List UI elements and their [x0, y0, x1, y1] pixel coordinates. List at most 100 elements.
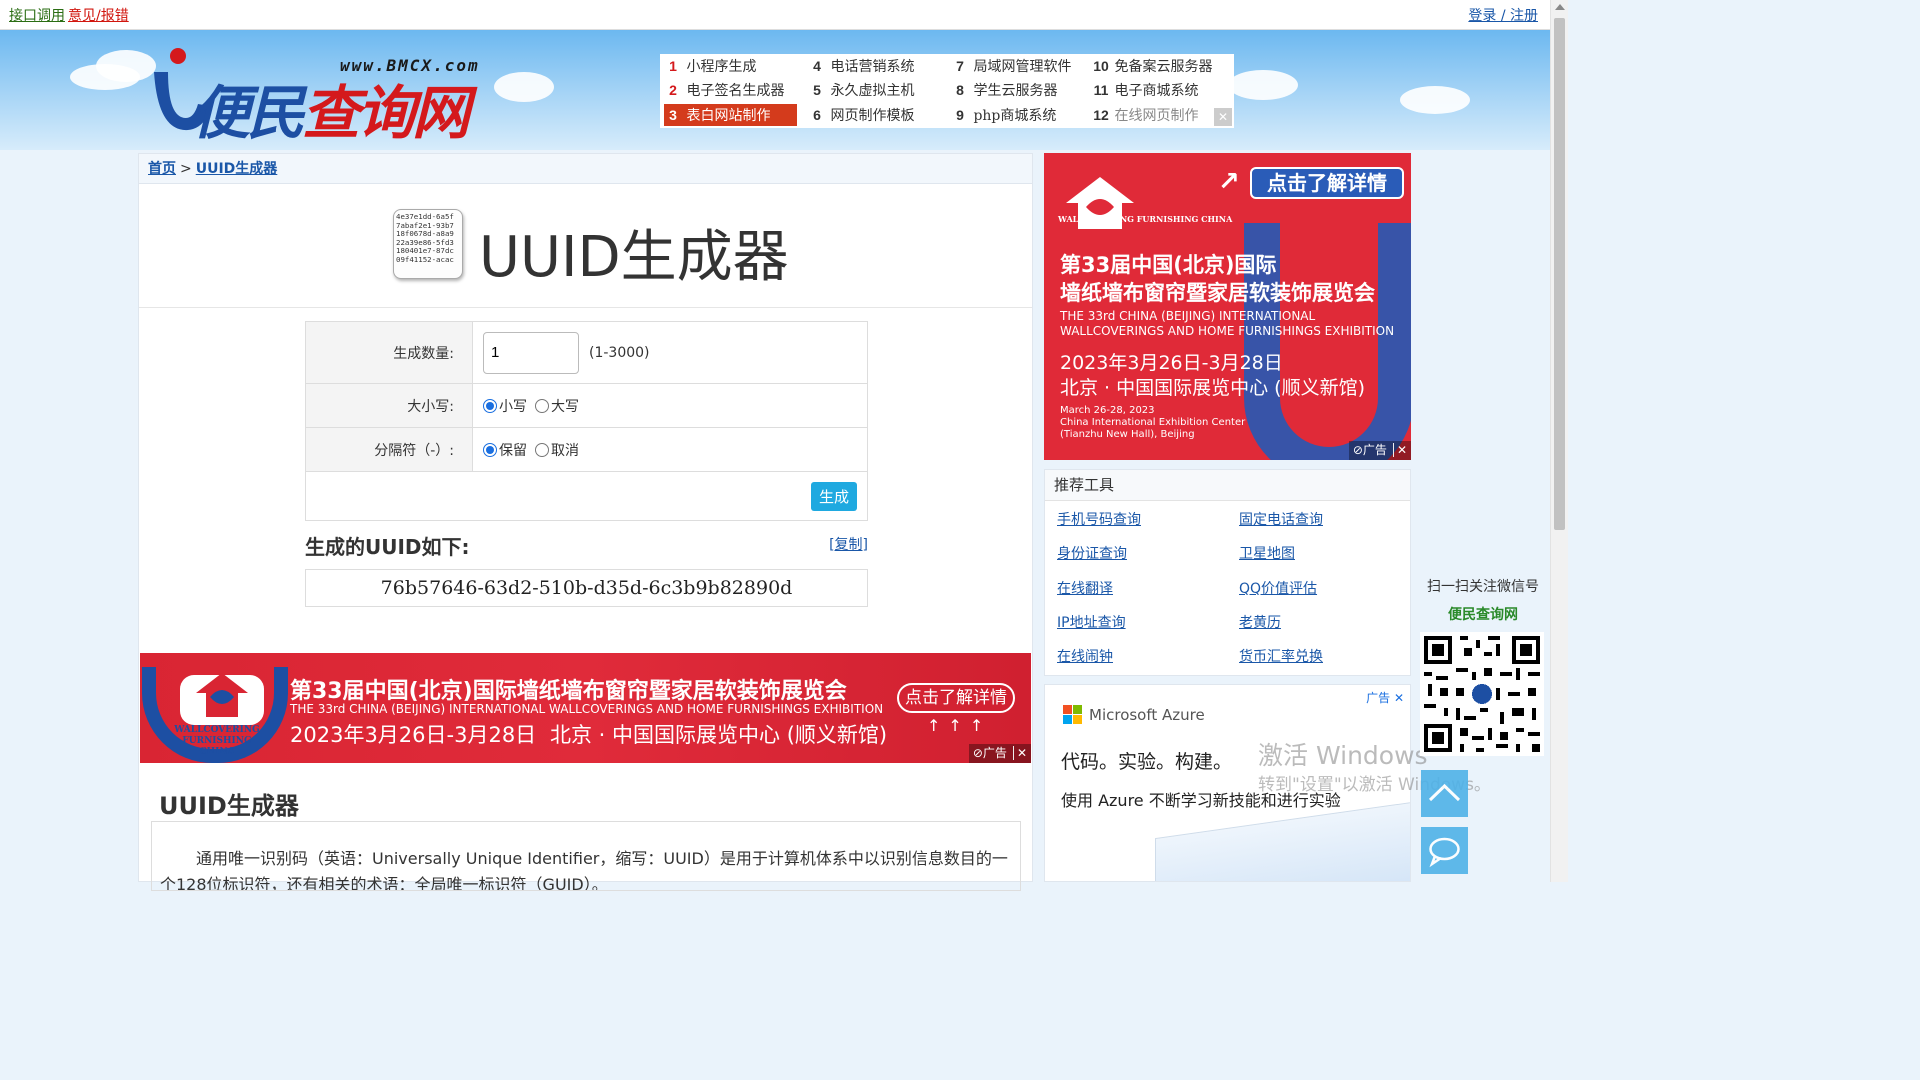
ad-subtitle: THE 33rd CHINA (BEIJING) INTERNATIONAL W… — [290, 702, 884, 716]
form-row-separator: 分隔符（-）: 保留 取消 — [306, 428, 867, 472]
quantity-input[interactable] — [483, 331, 579, 374]
generate-button[interactable]: 生成 — [810, 481, 857, 511]
ad-small-line-3: (Tianzhu New Hall), Beijing — [1060, 429, 1195, 440]
separator-cell: 保留 取消 — [473, 428, 867, 471]
hot-link-num: 8 — [956, 82, 964, 98]
ad-venue: 北京 · 中国国际展览中心 (顺义新馆) — [1060, 377, 1365, 399]
ad-close-icon[interactable]: ✕ — [1392, 443, 1407, 457]
recommended-tools: 推荐工具 手机号码查询 固定电话查询 身份证查询 卫星地图 在线翻译 QQ价值评… — [1044, 469, 1411, 676]
chat-bubble-icon — [1429, 837, 1460, 868]
hot-link-10[interactable]: 10 免备案云服务器 — [1092, 55, 1212, 77]
hot-link-1[interactable]: 1 小程序生成 — [664, 55, 797, 77]
ad-label[interactable]: 广告 ✕ — [1366, 689, 1404, 706]
ad-title: 第33届中国(北京)国际墙纸墙布窗帘暨家居软装饰展览会 — [290, 679, 847, 704]
hot-link-7[interactable]: 7 局域网管理软件 — [951, 55, 1071, 77]
case-upper-radio[interactable]: 大写 — [535, 396, 579, 416]
hot-link-9[interactable]: 9 php商城系统 — [951, 104, 1056, 126]
ad-org-name: WALLCOVERING FURNISHING CHINA — [174, 725, 260, 757]
hot-link-num: 5 — [813, 82, 821, 98]
uuid-result[interactable]: 76b57646-63d2-510b-d35d-6c3b9b82890d — [305, 569, 868, 607]
ad-english-title: THE 33rd CHINA (BEIJING) INTERNATIONAL W… — [1060, 309, 1394, 339]
ad-label: ⊘广告 ✕ — [968, 744, 1031, 763]
tool-link[interactable]: IP地址查询 — [1057, 612, 1126, 632]
hot-link-num: 9 — [956, 107, 964, 123]
page-title: UUID生成器 — [479, 225, 789, 290]
tool-link[interactable]: 在线闹钟 — [1057, 646, 1113, 666]
vertical-scrollbar[interactable] — [1550, 0, 1568, 882]
hot-link-label: 免备案云服务器 — [1114, 59, 1213, 75]
separator-remove-radio[interactable]: 取消 — [535, 440, 579, 460]
tool-link[interactable]: 在线翻译 — [1057, 578, 1113, 598]
separator-keep-label: 保留 — [499, 442, 527, 459]
quantity-cell: (1-3000) — [473, 322, 867, 383]
form-row-quantity: 生成数量: (1-3000) — [306, 322, 867, 384]
hot-link-3[interactable]: 3 表白网站制作 — [664, 104, 797, 126]
uuid-form: 生成数量: (1-3000) 大小写: 小写 大写 分隔符（-）: 保留 取消 … — [305, 321, 868, 521]
copy-link[interactable]: [复制] — [829, 534, 868, 554]
chat-button[interactable] — [1421, 827, 1468, 874]
hot-link-4[interactable]: 4 电话营销系统 — [808, 55, 914, 77]
hot-link-2[interactable]: 2 电子签名生成器 — [664, 79, 797, 101]
ad-date: 2023年3月26日-3月28日 — [290, 723, 537, 747]
hot-link-label: 电话营销系统 — [830, 59, 915, 75]
hot-link-5[interactable]: 5 永久虚拟主机 — [808, 79, 914, 101]
radio-unchecked-icon[interactable] — [535, 398, 549, 413]
logo-text-blue: 便民 — [192, 79, 305, 147]
hot-link-8[interactable]: 8 学生云服务器 — [951, 79, 1057, 101]
ad-cta-button[interactable]: 点击了解详情 — [897, 683, 1015, 713]
site-logo[interactable]: www.BMCX.com 便民查询网 — [148, 46, 518, 147]
tool-link[interactable]: 卫星地图 — [1239, 543, 1295, 563]
tool-link[interactable]: 手机号码查询 — [1057, 509, 1141, 529]
hot-link-label: 永久虚拟主机 — [830, 83, 915, 99]
breadcrumb-home[interactable]: 首页 — [148, 161, 176, 177]
exhibition-side-ad[interactable]: WALLCOVERING FURNISHING CHINA ↗ 点击了解详情 第… — [1044, 153, 1411, 460]
ad-close-icon[interactable]: ✕ — [1012, 746, 1027, 760]
icon-line: 09f41152-acac — [396, 254, 454, 264]
follow-brand: 便民查询网 — [1448, 607, 1518, 623]
uuid-tool-icon: 4e37e1dd-6a5f 7abaf2e1-93b7 18f0678d-a8a… — [393, 209, 463, 279]
hot-link-6[interactable]: 6 网页制作模板 — [808, 104, 914, 126]
top-right-links: 登录 / 注册 — [1468, 5, 1538, 25]
radio-checked-icon[interactable] — [483, 442, 497, 457]
tool-link[interactable]: QQ价值评估 — [1239, 578, 1317, 598]
hot-link-11[interactable]: 11 电子商城系统 — [1092, 79, 1199, 101]
hot-link-num: 4 — [813, 58, 821, 74]
feedback-link[interactable]: 意见/报错 — [68, 8, 129, 24]
ad-label-text: ⊘广告 — [1352, 443, 1387, 457]
login-register-link[interactable]: 登录 / 注册 — [1468, 8, 1538, 24]
actions-cell: 生成 — [306, 472, 867, 520]
form-row-actions: 生成 — [306, 472, 867, 520]
tool-link[interactable]: 固定电话查询 — [1239, 509, 1323, 529]
radio-checked-icon[interactable] — [483, 398, 497, 413]
title-area: 4e37e1dd-6a5f 7abaf2e1-93b7 18f0678d-a8a… — [139, 184, 1032, 308]
follow-text: 扫一扫关注微信号 — [1427, 579, 1539, 595]
scrollbar-thumb[interactable] — [1554, 18, 1565, 530]
hot-links-panel: 1 小程序生成 2 电子签名生成器 3 表白网站制作 4 电话营销系统 5 永久… — [660, 54, 1234, 128]
top-bar: 接口调用 意见/报错 登录 / 注册 — [0, 0, 1550, 30]
scroll-to-top-button[interactable] — [1421, 770, 1468, 817]
exhibition-banner-ad[interactable]: WALLCOVERING FURNISHING CHINA 第33届中国(北京)… — [140, 653, 1031, 763]
case-lower-radio[interactable]: 小写 — [483, 396, 527, 416]
logo-square — [1063, 705, 1072, 714]
exhibition-logo-icon — [196, 673, 248, 717]
radio-unchecked-icon[interactable] — [535, 442, 549, 457]
separator-keep-radio[interactable]: 保留 — [483, 440, 527, 460]
scroll-up-icon[interactable] — [1555, 4, 1565, 10]
hot-link-12[interactable]: 12 在线网页制作 — [1092, 104, 1198, 126]
hot-link-num: 2 — [669, 82, 677, 98]
breadcrumb: 首页 > UUID生成器 — [139, 154, 1032, 184]
close-icon[interactable]: ✕ — [1214, 108, 1232, 126]
ad-cta-button[interactable]: 点击了解详情 — [1250, 167, 1404, 199]
hot-link-label: 学生云服务器 — [973, 83, 1058, 99]
qr-code-image — [1420, 632, 1544, 756]
api-link[interactable]: 接口调用 — [9, 8, 65, 24]
breadcrumb-current[interactable]: UUID生成器 — [196, 161, 278, 177]
hot-link-label: 小程序生成 — [686, 59, 757, 75]
tool-link[interactable]: 货币汇率兑换 — [1239, 646, 1323, 666]
hot-link-label: 电子商城系统 — [1114, 83, 1199, 99]
tool-link[interactable]: 老黄历 — [1239, 612, 1281, 632]
top-left-links: 接口调用 意见/报错 — [9, 5, 129, 25]
ad-date-venue: 2023年3月26日-3月28日 北京 · 中国国际展览中心 (顺义新馆) — [1060, 351, 1365, 401]
tool-link[interactable]: 身份证查询 — [1057, 543, 1127, 563]
logo-square — [1073, 715, 1082, 724]
